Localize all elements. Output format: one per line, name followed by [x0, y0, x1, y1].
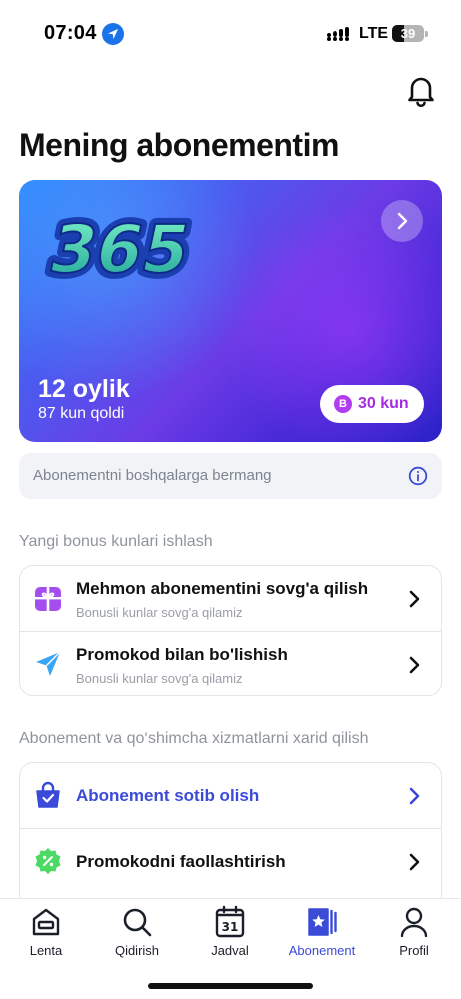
chevron-right-icon	[408, 787, 420, 805]
subscription-card[interactable]: 365 365 12 oylik 87 kun qoldi B 30 kun	[19, 180, 442, 442]
bonus-section-label: Yangi bonus kunlari ishlash	[19, 533, 213, 550]
list-item-title: Promokodni faollashtirish	[76, 852, 286, 871]
purchase-section-label: Abonement va qo‘shimcha xizmatlarni xari…	[19, 730, 369, 747]
list-item-activate-promocode[interactable]: Promokodni faollashtirish	[20, 828, 441, 893]
paper-plane-icon	[34, 650, 62, 678]
nav-label: Profil	[399, 943, 429, 958]
nav-item-profil[interactable]: Profil	[374, 905, 454, 965]
nav-label: Lenta	[29, 943, 63, 958]
bonus-list: Mehmon abonementini sovg'a qilish Bonusl…	[19, 565, 442, 696]
list-item-gift-subscription[interactable]: Mehmon abonementini sovg'a qilish Bonusl…	[20, 566, 441, 631]
discount-badge-icon	[34, 847, 62, 875]
list-item-share-promocode[interactable]: Promokod bilan bo'lishish Bonusli kunlar…	[20, 631, 441, 695]
bonus-days-pill[interactable]: B 30 kun	[320, 385, 424, 423]
bonus-badge-icon: B	[334, 395, 352, 413]
list-item-title: Abonement sotib olish	[76, 786, 260, 805]
nav-item-lenta[interactable]: Lenta	[6, 905, 86, 965]
home-indicator	[148, 983, 313, 989]
nav-label: Qidirish	[114, 943, 160, 958]
purchase-list: Abonement sotib olish Promokodni faollas…	[19, 762, 442, 912]
home-icon	[32, 908, 60, 936]
shopping-bag-icon	[34, 781, 62, 809]
svg-text:365: 365	[43, 211, 197, 288]
gift-icon	[34, 585, 62, 613]
list-item-subtitle: Bonusli kunlar sovg'a qilamiz	[76, 605, 243, 620]
battery-level: 39	[400, 26, 416, 41]
list-item-buy-subscription[interactable]: Abonement sotib olish	[20, 763, 441, 828]
page-title: Mening abonementim	[19, 127, 339, 163]
list-item-subtitle: Bonusli kunlar sovg'a qilamiz	[76, 671, 243, 686]
nav-label: Abonement	[288, 943, 356, 958]
share-warning-text: Abonementni boshqalarga bermang	[33, 467, 272, 484]
list-item-title: Mehmon abonementini sovg'a qilish	[76, 579, 369, 598]
calendar-day: 31	[222, 920, 239, 934]
info-icon[interactable]	[408, 466, 428, 486]
battery-tip	[425, 31, 428, 37]
status-bar: 07:04 LTE 39	[0, 0, 461, 62]
signal-icon	[327, 27, 351, 41]
list-item-title: Promokod bilan bo'lishish	[76, 645, 288, 664]
subscription-icon	[308, 908, 337, 936]
location-arrow-icon	[102, 23, 124, 45]
plan-title: 12 oylik	[38, 375, 130, 403]
search-icon	[123, 908, 152, 937]
calendar-icon: 31	[215, 905, 245, 938]
profile-icon	[400, 907, 428, 938]
plan-remaining-days: 87 kun qoldi	[38, 405, 125, 422]
status-time: 07:04	[44, 22, 97, 44]
chevron-right-icon	[408, 656, 420, 674]
share-warning-bar: Abonementni boshqalarga bermang	[19, 453, 442, 499]
nav-item-abonement[interactable]: Abonement	[282, 905, 362, 965]
network-type: LTE	[359, 25, 389, 42]
chevron-right-icon	[408, 853, 420, 871]
nav-item-qidirish[interactable]: Qidirish	[97, 905, 177, 965]
365-logo: 365 365	[37, 202, 203, 294]
notifications-bell-icon[interactable]	[403, 72, 439, 108]
bonus-days-label: 30 kun	[358, 395, 409, 412]
nav-label: Jadval	[211, 943, 249, 958]
nav-item-jadval[interactable]: 31 Jadval	[190, 905, 270, 965]
battery-icon: 39	[392, 25, 424, 42]
chevron-right-icon	[408, 590, 420, 608]
card-open-button[interactable]	[381, 200, 423, 242]
